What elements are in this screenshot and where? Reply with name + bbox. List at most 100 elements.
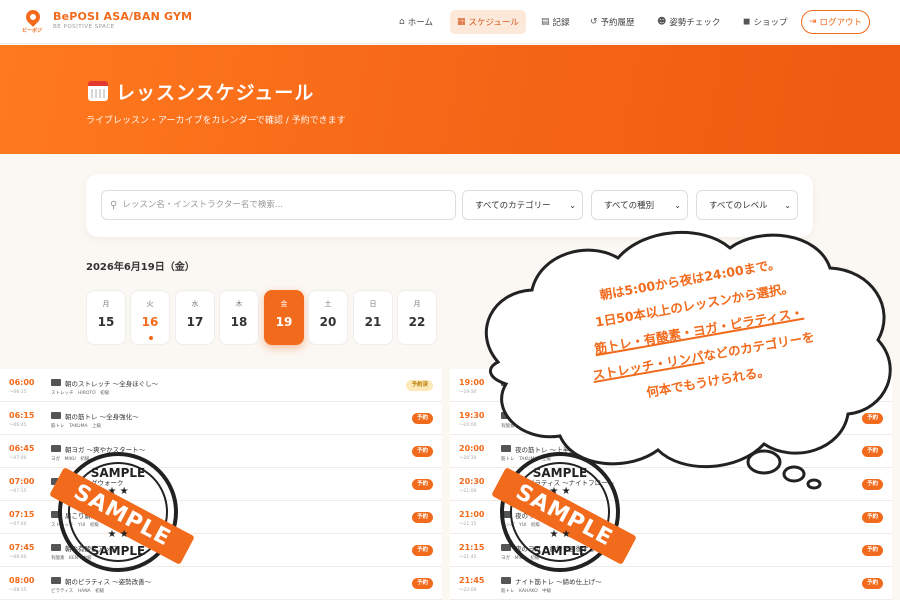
stamp-ring-text: SAMPLE — [90, 544, 146, 558]
level-select[interactable]: すべてのレベル ⌄ — [696, 190, 798, 220]
reserve-button[interactable]: 予約 — [411, 578, 433, 589]
logout-button[interactable]: ⇥ ログアウト — [801, 10, 871, 34]
stamp-stars: ★ ★ — [549, 529, 571, 540]
location-pin-icon — [23, 7, 43, 27]
lesson-meta: ストレッチ HIROTO 初級 — [51, 391, 110, 396]
video-icon — [501, 577, 511, 584]
clipboard-icon: ▤ — [541, 17, 550, 27]
home-icon: ⌂ — [399, 17, 405, 27]
day-tab[interactable]: 土 20 — [308, 290, 348, 345]
lesson-end-time: 〜21:15 — [459, 522, 477, 527]
nav-records-label: 記録 — [552, 18, 570, 28]
type-select[interactable]: すべての種別 ⌄ — [591, 190, 688, 220]
top-navigation-bar: ビーポジ BePOSI ASA/BAN GYM BE POSITIVE SPAC… — [0, 0, 900, 44]
lesson-start-time: 07:45 — [9, 543, 35, 552]
lesson-row[interactable]: 08:00 〜08:15 朝のピラティス 〜姿勢改善〜ピラティス HANA 初級 予約 — [0, 567, 442, 600]
day-tab-today[interactable]: 火 16 — [130, 290, 170, 345]
lesson-end-time: 〜21:45 — [459, 555, 477, 560]
nav-posture-check-label: 姿勢チェック — [669, 18, 721, 28]
history-icon: ↺ — [590, 17, 598, 27]
logout-icon: ⇥ — [809, 17, 817, 27]
lesson-row[interactable]: 21:45 〜22:00 ナイト筋トレ 〜締め仕上げ〜 筋トレ KAHAKO 中級 予約 — [450, 567, 892, 600]
lesson-name: 朝の筋トレ 〜全身強化〜 — [65, 413, 139, 421]
day-tab[interactable]: 木 18 — [219, 290, 259, 345]
day-number: 19 — [275, 315, 293, 329]
nav-records[interactable]: ▤ 記録 — [534, 10, 577, 34]
video-icon — [51, 445, 61, 452]
lesson-meta: ピラティス HANA 初級 — [51, 589, 105, 594]
reserve-button[interactable]: 予約 — [411, 446, 433, 457]
day-number: 15 — [97, 315, 115, 329]
day-number: 16 — [141, 315, 159, 329]
chevron-down-icon: ⌄ — [674, 200, 681, 210]
stamp-stars: ★ ★ — [107, 529, 129, 540]
lesson-start-time: 06:15 — [9, 411, 35, 420]
type-select-value: すべての種別 — [604, 201, 655, 211]
lesson-name: 朝のストレッチ 〜全身ほぐし〜 — [65, 380, 159, 388]
day-tab[interactable]: 月 22 — [397, 290, 437, 345]
reserve-button[interactable]: 予約 — [861, 512, 883, 523]
category-select[interactable]: すべてのカテゴリー ⌄ — [462, 190, 583, 220]
video-icon — [51, 379, 61, 386]
booked-badge[interactable]: 予約済 — [406, 380, 433, 391]
lesson-start-time: 06:00 — [9, 378, 35, 387]
nav-home[interactable]: ⌂ ホーム — [392, 10, 440, 34]
day-tab[interactable]: 月 15 — [86, 290, 126, 345]
lesson-start-time: 21:15 — [459, 543, 485, 552]
reserve-button[interactable]: 予約 — [411, 545, 433, 556]
lesson-meta: 筋トレ TAKUMA 上級 — [51, 424, 102, 429]
lesson-end-time: 〜07:00 — [9, 456, 27, 461]
page-title: レッスンスケジュール — [116, 82, 315, 104]
day-tab-selected[interactable]: 金 19 — [264, 290, 304, 345]
search-box[interactable]: ⚲ — [101, 190, 456, 220]
nav-schedule[interactable]: ▦ スケジュール — [450, 10, 526, 34]
reserve-button[interactable]: 予約 — [411, 413, 433, 424]
calendar-icon — [88, 81, 108, 101]
day-tab[interactable]: 水 17 — [175, 290, 215, 345]
lesson-name: ナイト筋トレ 〜締め仕上げ〜 — [515, 578, 602, 586]
thought-bubble-dot — [746, 449, 782, 475]
chevron-down-icon: ⌄ — [784, 200, 791, 210]
calendar-icon: ▦ — [457, 17, 466, 27]
nav-shop-label: ショップ — [753, 18, 788, 28]
nav-schedule-label: スケジュール — [468, 18, 519, 28]
nav-booking-history[interactable]: ↺ 予約履歴 — [583, 10, 642, 34]
page-subtitle: ライブレッスン・アーカイブをカレンダーで確認 / 予約できます — [86, 116, 346, 126]
level-select-value: すべてのレベル — [709, 201, 768, 211]
chevron-down-icon: ⌄ — [569, 200, 576, 210]
lesson-end-time: 〜22:00 — [459, 588, 477, 593]
day-number: 17 — [186, 315, 204, 329]
reserve-button[interactable]: 予約 — [411, 479, 433, 490]
lesson-start-time: 21:00 — [459, 510, 485, 519]
search-input[interactable] — [122, 200, 443, 210]
lesson-name: 朝のピラティス 〜姿勢改善〜 — [65, 578, 152, 586]
lesson-row[interactable]: 06:45 〜07:00 朝ヨガ 〜爽やかスタート〜 ヨガ MIKU 初級 予約 — [0, 435, 442, 468]
day-of-week: 月 — [102, 300, 110, 308]
day-of-week: 木 — [235, 300, 243, 308]
day-of-week: 水 — [191, 300, 199, 308]
day-of-week: 火 — [146, 300, 154, 308]
lesson-end-time: 〜08:00 — [9, 555, 27, 560]
lesson-row[interactable]: 06:15 〜06:45 朝の筋トレ 〜全身強化〜筋トレ TAKUMA 上級 予約 — [0, 402, 442, 435]
reserve-button[interactable]: 予約 — [411, 512, 433, 523]
nav-shop[interactable]: ◼ ショップ — [736, 10, 795, 34]
day-of-week: 月 — [413, 300, 421, 308]
lesson-meta: ヨガ MIKU 初級 — [51, 457, 90, 462]
day-tab[interactable]: 日 21 — [353, 290, 393, 345]
day-of-week: 日 — [369, 300, 377, 308]
day-number: 18 — [230, 315, 248, 329]
nav-posture-check[interactable]: ☻ 姿勢チェック — [650, 10, 727, 34]
selected-date-heading: 2026年6月19日（金） — [86, 262, 195, 273]
stamp-ring-text: SAMPLE — [532, 544, 588, 558]
day-number: 21 — [364, 315, 382, 329]
brand-tagline: BE POSITIVE SPACE — [53, 24, 115, 30]
video-icon — [51, 577, 61, 584]
lesson-start-time: 08:00 — [9, 576, 35, 585]
reserve-button[interactable]: 予約 — [861, 578, 883, 589]
lesson-end-time: 〜08:15 — [9, 588, 27, 593]
lesson-end-time: 〜07:40 — [9, 522, 27, 527]
lesson-row[interactable]: 06:00 〜06:15 朝のストレッチ 〜全身ほぐし〜 ストレッチ HIROTO 初… — [0, 369, 442, 402]
page-hero-banner: レッスンスケジュール ライブレッスン・アーカイブをカレンダーで確認 / 予約でき… — [0, 45, 900, 154]
lesson-end-time: 〜06:45 — [9, 423, 27, 428]
reserve-button[interactable]: 予約 — [861, 545, 883, 556]
